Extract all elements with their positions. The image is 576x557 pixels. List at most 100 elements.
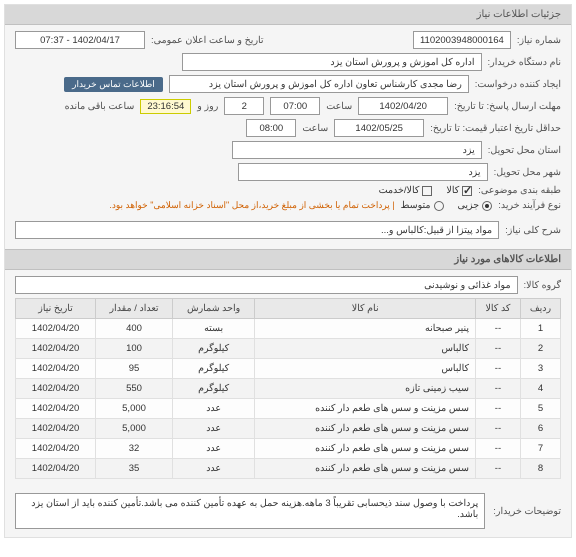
- cell-date: 1402/04/20: [16, 459, 96, 479]
- cell-qty: 550: [96, 379, 173, 399]
- minor-radio[interactable]: [482, 201, 492, 211]
- cell-date: 1402/04/20: [16, 439, 96, 459]
- cell-unit: عدد: [172, 399, 254, 419]
- cell-date: 1402/04/20: [16, 319, 96, 339]
- overview-field: مواد پیتزا از قبیل:کالباس و...: [15, 221, 499, 239]
- cell-name: سس مزینت و سس های طعم دار کننده: [255, 459, 476, 479]
- cell-qty: 95: [96, 359, 173, 379]
- cell-unit: کیلوگرم: [172, 339, 254, 359]
- cell-code: --: [476, 439, 521, 459]
- cell-qty: 100: [96, 339, 173, 359]
- table-row: 3--کالباسکیلوگرم951402/04/20: [16, 359, 561, 379]
- medium-radio[interactable]: [434, 201, 444, 211]
- valid-label: حداقل تاریخ اعتبار قیمت: تا تاریخ:: [430, 123, 561, 134]
- purchase-radios: جزیی متوسط: [401, 200, 493, 211]
- province-label: استان محل تحویل:: [488, 145, 561, 156]
- cell-date: 1402/04/20: [16, 339, 96, 359]
- deadline-time-label: ساعت: [326, 101, 352, 112]
- cell-name: سس مزینت و سس های طعم دار کننده: [255, 439, 476, 459]
- province-field: یزد: [232, 141, 482, 159]
- cell-qty: 5,000: [96, 419, 173, 439]
- requester-label: ایجاد کننده درخواست:: [475, 79, 561, 90]
- cell-name: کالباس: [255, 359, 476, 379]
- cell-n: 2: [520, 339, 560, 359]
- cell-n: 8: [520, 459, 560, 479]
- medium-label: متوسط: [401, 200, 431, 211]
- col-header: تعداد / مقدار: [96, 299, 173, 319]
- cell-unit: عدد: [172, 459, 254, 479]
- table-row: 2--کالباسکیلوگرم1001402/04/20: [16, 339, 561, 359]
- good-label: کالا: [446, 185, 459, 196]
- announce-label: تاریخ و ساعت اعلان عمومی:: [151, 35, 264, 46]
- cell-code: --: [476, 319, 521, 339]
- cell-name: کالباس: [255, 339, 476, 359]
- deadline-date-field: 1402/04/20: [358, 97, 448, 115]
- col-header: ردیف: [520, 299, 560, 319]
- buyer-notes-field: پرداخت با وصول سند ذیحسابی تقریباً 3 ماه…: [15, 493, 485, 529]
- valid-time-label: ساعت: [302, 123, 328, 134]
- subject-checks: کالا کالا/خدمت: [379, 185, 473, 196]
- col-header: کد کالا: [476, 299, 521, 319]
- service-checkbox[interactable]: [422, 186, 432, 196]
- purchase-type-label: نوع فرآیند خرید:: [498, 200, 561, 211]
- cell-date: 1402/04/20: [16, 419, 96, 439]
- cell-unit: بسته: [172, 319, 254, 339]
- overview-label: شرح کلی نیاز:: [505, 225, 561, 236]
- cell-date: 1402/04/20: [16, 379, 96, 399]
- requester-field: رضا مجدی کارشناس تعاون اداره کل اموزش و …: [169, 75, 469, 93]
- items-header: اطلاعات کالاهای مورد نیاز: [5, 249, 571, 270]
- subject-cat-label: طبقه بندی موضوعی:: [478, 185, 561, 196]
- cell-code: --: [476, 339, 521, 359]
- cell-code: --: [476, 419, 521, 439]
- city-label: شهر محل تحویل:: [494, 167, 561, 178]
- cell-n: 5: [520, 399, 560, 419]
- cell-unit: کیلوگرم: [172, 359, 254, 379]
- minor-label: جزیی: [458, 200, 480, 211]
- days-remain-field: 2: [224, 97, 264, 115]
- cell-code: --: [476, 359, 521, 379]
- col-header: نام کالا: [255, 299, 476, 319]
- buyer-org-label: نام دستگاه خریدار:: [488, 57, 562, 68]
- cell-name: پنیر صبحانه: [255, 319, 476, 339]
- cell-name: سس مزینت و سس های طعم دار کننده: [255, 419, 476, 439]
- table-row: 4--سیب زمینی تازهکیلوگرم5501402/04/20: [16, 379, 561, 399]
- cell-unit: عدد: [172, 419, 254, 439]
- service-label: کالا/خدمت: [379, 185, 420, 196]
- table-row: 5--سس مزینت و سس های طعم دار کنندهعدد5,0…: [16, 399, 561, 419]
- cell-qty: 32: [96, 439, 173, 459]
- deadline-time-field: 07:00: [270, 97, 320, 115]
- contact-button[interactable]: اطلاعات تماس خریدار: [64, 77, 163, 92]
- cell-qty: 400: [96, 319, 173, 339]
- cell-unit: کیلوگرم: [172, 379, 254, 399]
- cell-unit: عدد: [172, 439, 254, 459]
- cell-date: 1402/04/20: [16, 359, 96, 379]
- good-checkbox[interactable]: [462, 186, 472, 196]
- cell-date: 1402/04/20: [16, 399, 96, 419]
- col-header: واحد شمارش: [172, 299, 254, 319]
- cell-code: --: [476, 459, 521, 479]
- items-table: ردیفکد کالانام کالاواحد شمارشتعداد / مقد…: [15, 298, 561, 479]
- col-header: تاریخ نیاز: [16, 299, 96, 319]
- need-no-field: 1102003948000164: [413, 31, 511, 49]
- main-panel: جزئیات اطلاعات نیاز شماره نیاز: 11020039…: [4, 4, 572, 538]
- table-row: 1--پنیر صبحانهبسته4001402/04/20: [16, 319, 561, 339]
- cell-code: --: [476, 399, 521, 419]
- cell-n: 7: [520, 439, 560, 459]
- group-label: گروه کالا:: [524, 280, 561, 291]
- payment-note: | پرداخت تمام یا بخشی از مبلغ خرید،از مح…: [109, 200, 394, 211]
- day-and-label: روز و: [197, 101, 218, 112]
- buyer-notes-label: توضیحات خریدار:: [493, 506, 561, 517]
- need-no-label: شماره نیاز:: [517, 35, 561, 46]
- cell-n: 1: [520, 319, 560, 339]
- remain-label: ساعت باقی مانده: [65, 101, 135, 112]
- deadline-label: مهلت ارسال پاسخ: تا تاریخ:: [454, 101, 561, 112]
- cell-n: 4: [520, 379, 560, 399]
- table-row: 6--سس مزینت و سس های طعم دار کنندهعدد5,0…: [16, 419, 561, 439]
- buyer-org-field: اداره کل اموزش و پرورش استان یزد: [182, 53, 482, 71]
- cell-name: سیب زمینی تازه: [255, 379, 476, 399]
- cell-n: 3: [520, 359, 560, 379]
- countdown-timer: 23:16:54: [140, 99, 191, 114]
- cell-name: سس مزینت و سس های طعم دار کننده: [255, 399, 476, 419]
- cell-n: 6: [520, 419, 560, 439]
- valid-date-field: 1402/05/25: [334, 119, 424, 137]
